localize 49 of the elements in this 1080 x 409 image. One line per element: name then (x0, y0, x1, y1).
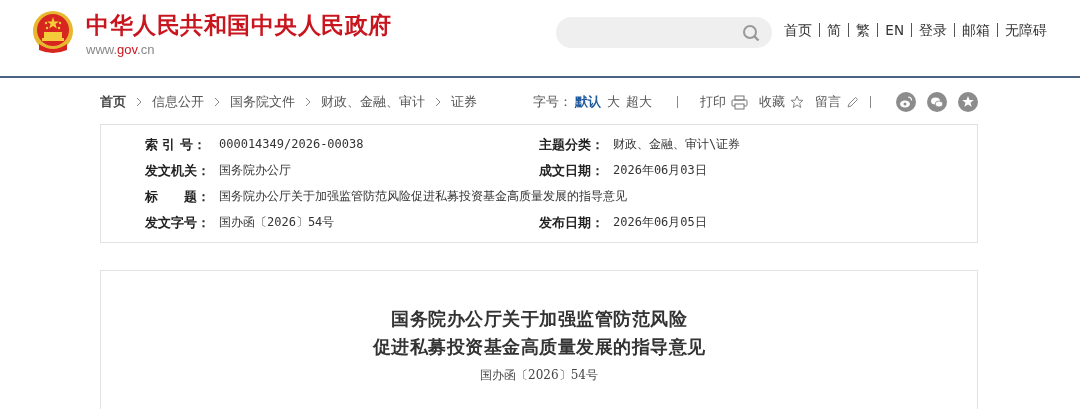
nav-link[interactable]: 无障碍 (997, 23, 1047, 37)
chevron-icon (214, 97, 220, 107)
star-icon[interactable] (790, 95, 804, 109)
nav-link[interactable]: EN (877, 23, 911, 37)
nav-link[interactable]: 登录 (911, 23, 954, 37)
breadcrumb-link[interactable]: 首页 (100, 93, 126, 111)
nav-link[interactable]: 首页 (784, 23, 820, 37)
font-size-label: 字号： (533, 93, 572, 111)
nav-link[interactable]: 简 (819, 23, 849, 37)
field-value: 000014349/2026-00038 (219, 136, 364, 153)
font-size-option[interactable]: 默认 (572, 93, 604, 111)
chevron-icon (435, 97, 441, 107)
font-size-option[interactable]: 大 (604, 93, 623, 111)
site-url[interactable]: www.gov.cn (86, 42, 392, 57)
emblem-icon (30, 10, 76, 56)
field-label: 发文机关： (145, 162, 211, 180)
printer-icon[interactable] (731, 94, 748, 110)
chevron-icon (136, 97, 142, 107)
field-value: 国务院办公厅 (219, 162, 291, 179)
document-title: 促进私募投资基金高质量发展的指导意见 (372, 335, 706, 359)
document-number: 国办函〔2026〕54号 (480, 367, 598, 384)
field-value: 国务院办公厅关于加强监管防范风险促进私募投资基金高质量发展的指导意见 (219, 188, 627, 205)
star-share-icon[interactable] (958, 92, 978, 112)
breadcrumb-link[interactable]: 信息公开 (152, 93, 204, 111)
nav-link[interactable]: 繁 (848, 23, 878, 37)
font-size-option[interactable]: 超大 (623, 93, 655, 111)
breadcrumb-link[interactable]: 证券 (451, 93, 477, 111)
breadcrumb-link[interactable]: 国务院文件 (230, 93, 295, 111)
document-title: 国务院办公厅关于加强监管防范风险 (391, 307, 687, 331)
nav-link[interactable]: 邮箱 (954, 23, 997, 37)
field-value: 2026年06月05日 (613, 214, 707, 231)
field-value: 国办函〔2026〕54号 (219, 214, 335, 231)
toolbar-link[interactable]: 打印 (700, 93, 726, 111)
field-value: 2026年06月03日 (613, 162, 707, 179)
search-field[interactable] (556, 17, 773, 48)
pencil-icon[interactable] (846, 95, 859, 109)
field-label: 成文日期： (539, 162, 605, 180)
search-icon[interactable] (742, 23, 761, 42)
field-label: 发布日期： (539, 214, 605, 232)
field-label: 标 题： (145, 188, 212, 206)
site-title[interactable]: 中华人民共和国中央人民政府 (86, 10, 392, 40)
field-label: 发文字号： (145, 214, 211, 232)
toolbar-link[interactable]: 收藏 (759, 93, 785, 111)
toolbar-link[interactable]: 留言 (815, 93, 841, 111)
field-value: 财政、金融、审计\证券 (613, 136, 741, 153)
breadcrumb-link[interactable]: 财政、金融、审计 (321, 93, 425, 111)
chevron-icon (305, 97, 311, 107)
field-label: 主题分类： (539, 136, 605, 154)
field-label: 索 引 号： (145, 136, 207, 154)
